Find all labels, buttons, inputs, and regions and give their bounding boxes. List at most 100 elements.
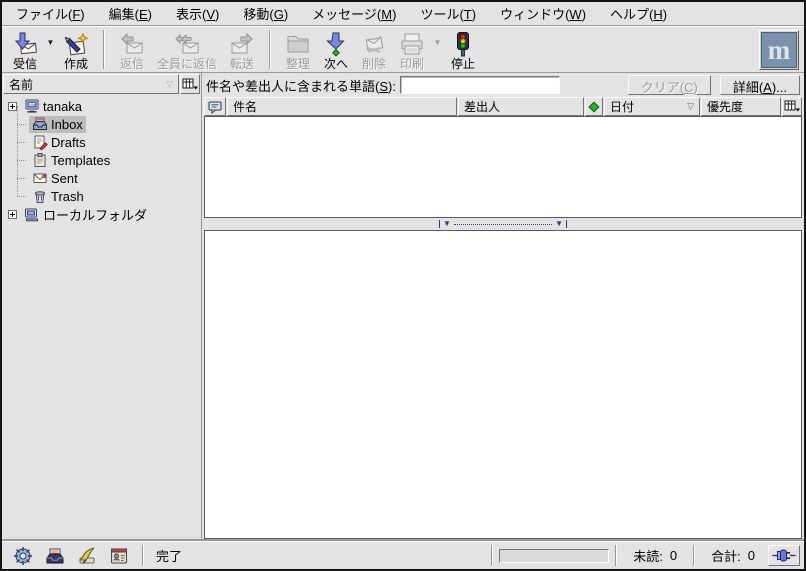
address-book-component-button[interactable] [106, 545, 132, 567]
quick-search-bar: 件名や差出人に含まれる単語(S): クリア(C)詳細(A)... [204, 73, 802, 96]
menu-t[interactable]: ツール(T) [414, 2, 482, 25]
folder-row-inbox[interactable]: Inbox [2, 115, 201, 133]
toolbar: 受信▼作成返信全員に返信転送整理次へ削除印刷▼停止 m [2, 26, 804, 73]
stop-button[interactable]: 停止 [444, 28, 482, 71]
unread-count: 未読: 0 [623, 546, 687, 565]
forward-icon [229, 31, 255, 57]
folder-row-ローカルフォルダ[interactable]: ローカルフォルダ [2, 205, 201, 223]
menu-v[interactable]: 表示(V) [170, 2, 225, 25]
local-folders-icon [24, 206, 40, 222]
compose-label: 作成 [64, 57, 88, 71]
statusbar-separator [491, 545, 493, 566]
folder-label: Inbox [51, 117, 83, 132]
get-mail-button[interactable]: 受信 [6, 28, 44, 71]
toolbar-separator [103, 30, 105, 69]
statusbar-separator [693, 545, 695, 566]
pane-splitter[interactable]: ▼▼ [204, 218, 802, 230]
folder-label: Sent [51, 171, 78, 186]
sender-column-header[interactable]: 差出人 [458, 97, 584, 116]
reply-all-button: 全員に返信 [151, 28, 223, 71]
folder-row-content: Sent [29, 170, 81, 187]
priority-column-header[interactable]: 優先度 [701, 97, 781, 116]
progress-bar [499, 549, 609, 563]
sender-column-label: 差出人 [464, 98, 500, 115]
next-icon [323, 31, 349, 57]
navigator-component-button[interactable] [10, 545, 36, 567]
compose-button[interactable]: 作成 [57, 28, 95, 71]
search-label: 件名や差出人に含まれる単語(S): [206, 76, 396, 95]
message-preview-pane [204, 230, 802, 539]
total-count: 合計: 0 [701, 546, 765, 565]
folder-label: Templates [51, 153, 110, 168]
thread-list-pane[interactable] [204, 116, 802, 218]
print-dropdown-arrow-icon[interactable]: ▼ [431, 30, 444, 54]
folder-row-templates[interactable]: Templates [2, 151, 201, 169]
twisty-expand-icon[interactable] [8, 210, 17, 219]
menu-h[interactable]: ヘルプ(H) [604, 2, 673, 25]
print-label: 印刷 [400, 57, 424, 71]
thread-column-headers: 件名差出人 日付▽優先度 [204, 96, 802, 116]
folder-name-column-label: 名前 [9, 76, 33, 93]
reply-all-label: 全員に返信 [157, 57, 217, 71]
forward-button: 転送 [223, 28, 261, 71]
column-picker-icon [182, 78, 199, 91]
search-input[interactable] [400, 76, 560, 94]
toolbar-separator [269, 30, 271, 69]
folder-label: Drafts [51, 135, 86, 150]
folder-label: tanaka [43, 99, 82, 114]
mail-server-icon [24, 98, 40, 114]
folder-row-trash[interactable]: Trash [2, 187, 201, 205]
composer-component-button[interactable] [74, 545, 100, 567]
menu-f[interactable]: ファイル(F) [10, 2, 91, 25]
read-diamond-icon [588, 101, 600, 113]
folder-name-column-header[interactable]: 名前 ▽ [3, 74, 179, 94]
menu-e[interactable]: 編集(E) [103, 2, 158, 25]
folder-row-content: Inbox [29, 116, 86, 133]
unread-label: 未読: [633, 546, 663, 565]
reply-all-icon [174, 31, 200, 57]
folder-row-drafts[interactable]: Drafts [2, 133, 201, 151]
advanced-button[interactable]: 詳細(A)... [720, 75, 800, 95]
delete-button: 削除 [355, 28, 393, 71]
reply-label: 返信 [120, 57, 144, 71]
thread-column-header[interactable] [204, 97, 226, 116]
folder-row-content: ローカルフォルダ [21, 206, 150, 223]
menu-g[interactable]: 移動(G) [237, 2, 294, 25]
folder-pane: 名前 ▽ tanaka Inbox Drafts Templates Sent Trash… [2, 73, 202, 541]
delete-label: 削除 [362, 57, 386, 71]
reply-icon [119, 31, 145, 57]
read-column-header[interactable] [585, 97, 603, 116]
compose-icon [63, 31, 89, 57]
mozilla-logo-icon: m [761, 32, 797, 68]
templates-icon [32, 152, 48, 168]
menu-m[interactable]: メッセージ(M) [306, 2, 402, 25]
column-picker-icon [784, 100, 801, 113]
sent-icon [32, 170, 48, 186]
print-icon [399, 31, 425, 57]
folder-row-content: Trash [29, 188, 87, 205]
folder-row-tanaka[interactable]: tanaka [2, 97, 201, 115]
twisty-expand-icon[interactable] [8, 102, 17, 111]
drafts-icon [32, 134, 48, 150]
date-column-header[interactable]: 日付▽ [604, 97, 700, 116]
online-status-button[interactable] [768, 545, 800, 566]
thread-column-picker-button[interactable] [782, 97, 802, 116]
stop-icon [450, 31, 476, 57]
get-mail-dropdown-arrow-icon[interactable]: ▼ [44, 30, 57, 54]
folder-row-sent[interactable]: Sent [2, 169, 201, 187]
inbox-icon [32, 116, 48, 132]
mail-component-button[interactable] [42, 545, 68, 567]
stop-label: 停止 [451, 57, 475, 71]
thread-icon [208, 100, 222, 114]
mozilla-logo-button[interactable]: m [759, 30, 799, 70]
next-label: 次へ [324, 57, 348, 71]
splitter-grippy-icon[interactable]: ▼▼ [439, 220, 567, 228]
folder-label: Trash [51, 189, 84, 204]
next-button[interactable]: 次へ [317, 28, 355, 71]
reply-button: 返信 [113, 28, 151, 71]
folder-column-picker-button[interactable] [180, 74, 200, 94]
mail-window: ファイル(F) 編集(E) 表示(V) 移動(G) メッセージ(M) ツール(T) ウィンド… [0, 0, 806, 571]
subject-column-header[interactable]: 件名 [227, 97, 457, 116]
get-mail-label: 受信 [13, 57, 37, 71]
menu-w[interactable]: ウィンドウ(W) [494, 2, 592, 25]
